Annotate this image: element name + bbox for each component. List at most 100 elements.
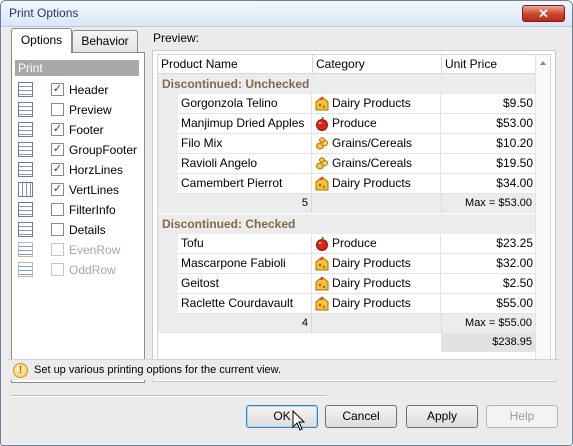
unit-price-cell: $34.00 xyxy=(496,176,533,190)
grains-icon xyxy=(315,156,329,171)
category-text: Dairy Products xyxy=(332,276,411,290)
table-row[interactable]: Filo Mix Grains/Cereals $10.20 xyxy=(178,134,536,154)
vertical-scrollbar[interactable] xyxy=(535,55,550,379)
category-cell: Grains/Cereals xyxy=(312,154,441,173)
odd-row-icon xyxy=(18,262,33,277)
title-bar: Print Options ✕ xyxy=(1,1,572,27)
product-name-cell: Camembert Pierrot xyxy=(178,174,312,193)
option-checkbox[interactable]: ✓ xyxy=(51,83,64,96)
option-groupfooter[interactable]: ✓ GroupFooter xyxy=(18,141,142,159)
option-checkbox[interactable] xyxy=(51,103,64,116)
dairy-icon xyxy=(315,296,329,311)
option-filterinfo[interactable]: FilterInfo xyxy=(18,201,142,219)
option-label: Header xyxy=(69,83,109,97)
help-button[interactable]: Help xyxy=(486,405,558,428)
option-vertlines[interactable]: ✓ VertLines xyxy=(18,181,142,199)
hint-icon: ! xyxy=(13,363,28,378)
table-row[interactable]: Raclette Courdavault Dairy Products $55.00 xyxy=(178,294,536,314)
unit-price-cell: $19.50 xyxy=(496,156,533,170)
unit-price-cell: $23.25 xyxy=(496,236,533,250)
unit-price-cell: $2.50 xyxy=(502,276,533,290)
group-footer-icon xyxy=(18,142,33,157)
scroll-up-icon[interactable] xyxy=(540,61,546,65)
category-text: Dairy Products xyxy=(332,296,411,310)
group-max: Max = $55.00 xyxy=(441,314,536,333)
print-options-dialog: Print Options ✕ Options Behavior Print ✓… xyxy=(0,0,573,446)
table-row[interactable]: Ravioli Angelo Grains/Cereals $19.50 xyxy=(178,154,536,174)
product-name-cell: Filo Mix xyxy=(178,134,312,153)
option-checkbox[interactable]: ✓ xyxy=(51,143,64,156)
column-header-category: Category xyxy=(313,55,442,74)
close-button[interactable]: ✕ xyxy=(522,5,565,22)
dairy-icon xyxy=(315,256,329,271)
header-icon xyxy=(18,82,33,97)
group-count: 4 xyxy=(178,314,312,333)
category-cell: Produce xyxy=(312,234,441,253)
footer-icon xyxy=(18,122,33,137)
category-cell: Produce xyxy=(312,114,441,133)
option-evenrow: EvenRow xyxy=(18,241,142,259)
option-checkbox xyxy=(51,263,64,276)
category-text: Grains/Cereals xyxy=(332,136,413,150)
mouse-cursor-icon xyxy=(292,410,306,431)
filter-info-icon xyxy=(18,202,33,217)
option-horzlines[interactable]: ✓ HorzLines xyxy=(18,161,142,179)
option-label: EvenRow xyxy=(69,243,121,257)
product-name-cell: Raclette Courdavault xyxy=(178,294,312,313)
apply-button[interactable]: Apply xyxy=(406,405,478,428)
option-preview[interactable]: Preview xyxy=(18,101,142,119)
category-cell: Dairy Products xyxy=(312,174,441,193)
preview-frame: Product Name Category Unit Price Discont… xyxy=(152,50,556,382)
category-text: Dairy Products xyxy=(332,96,411,110)
dairy-icon xyxy=(315,276,329,291)
category-cell: Dairy Products xyxy=(312,274,441,293)
grand-total: $238.95 xyxy=(441,333,536,352)
option-checkbox[interactable]: ✓ xyxy=(51,123,64,136)
product-name-cell: Ravioli Angelo xyxy=(178,154,312,173)
product-name-cell: Gorgonzola Telino xyxy=(178,94,312,113)
category-text: Grains/Cereals xyxy=(332,156,413,170)
ok-button[interactable]: OK xyxy=(246,405,318,428)
grains-icon xyxy=(315,136,329,151)
product-name-cell: Tofu xyxy=(178,234,312,253)
option-checkbox[interactable]: ✓ xyxy=(51,183,64,196)
option-checkbox[interactable] xyxy=(51,203,64,216)
window-title: Print Options xyxy=(9,6,79,20)
preview-icon xyxy=(18,102,33,117)
status-text: Set up various printing options for the … xyxy=(34,364,282,376)
tab-options[interactable]: Options xyxy=(11,28,72,53)
category-text: Dairy Products xyxy=(332,176,411,190)
option-details[interactable]: Details xyxy=(18,221,142,239)
separator xyxy=(11,395,327,397)
unit-price-cell: $9.50 xyxy=(502,96,533,110)
category-cell: Grains/Cereals xyxy=(312,134,441,153)
product-name-cell: Mascarpone Fabioli xyxy=(178,254,312,273)
unit-price-cell: $53.00 xyxy=(496,116,533,130)
print-section-header: Print xyxy=(15,60,139,76)
table-row[interactable]: Gorgonzola Telino Dairy Products $9.50 xyxy=(178,94,536,114)
dairy-icon xyxy=(315,176,329,191)
table-row[interactable]: Manjimup Dried Apples Produce $53.00 xyxy=(178,114,536,134)
option-header[interactable]: ✓ Header xyxy=(18,81,142,99)
table-row[interactable]: Camembert Pierrot Dairy Products $34.00 xyxy=(178,174,536,194)
option-footer[interactable]: ✓ Footer xyxy=(18,121,142,139)
option-checkbox[interactable] xyxy=(51,223,64,236)
option-checkbox xyxy=(51,243,64,256)
group-row: Discontinued: Unchecked xyxy=(158,74,536,94)
option-oddrow: OddRow xyxy=(18,261,142,279)
table-row[interactable]: Mascarpone Fabioli Dairy Products $32.00 xyxy=(178,254,536,274)
group-count: 5 xyxy=(178,194,312,213)
tab-behavior[interactable]: Behavior xyxy=(72,30,138,52)
cancel-button[interactable]: Cancel xyxy=(325,405,397,428)
option-checkbox[interactable]: ✓ xyxy=(51,163,64,176)
product-name-cell: Geitost xyxy=(178,274,312,293)
table-row[interactable]: Tofu Produce $23.25 xyxy=(178,234,536,254)
option-label: OddRow xyxy=(69,263,116,277)
category-cell: Dairy Products xyxy=(312,294,441,313)
table-row[interactable]: Geitost Dairy Products $2.50 xyxy=(178,274,536,294)
category-text: Dairy Products xyxy=(332,256,411,270)
group-footer: 4 Max = $55.00 xyxy=(178,314,536,333)
category-cell: Dairy Products xyxy=(312,254,441,273)
preview-label: Preview: xyxy=(153,31,200,45)
category-cell: Dairy Products xyxy=(312,94,441,113)
